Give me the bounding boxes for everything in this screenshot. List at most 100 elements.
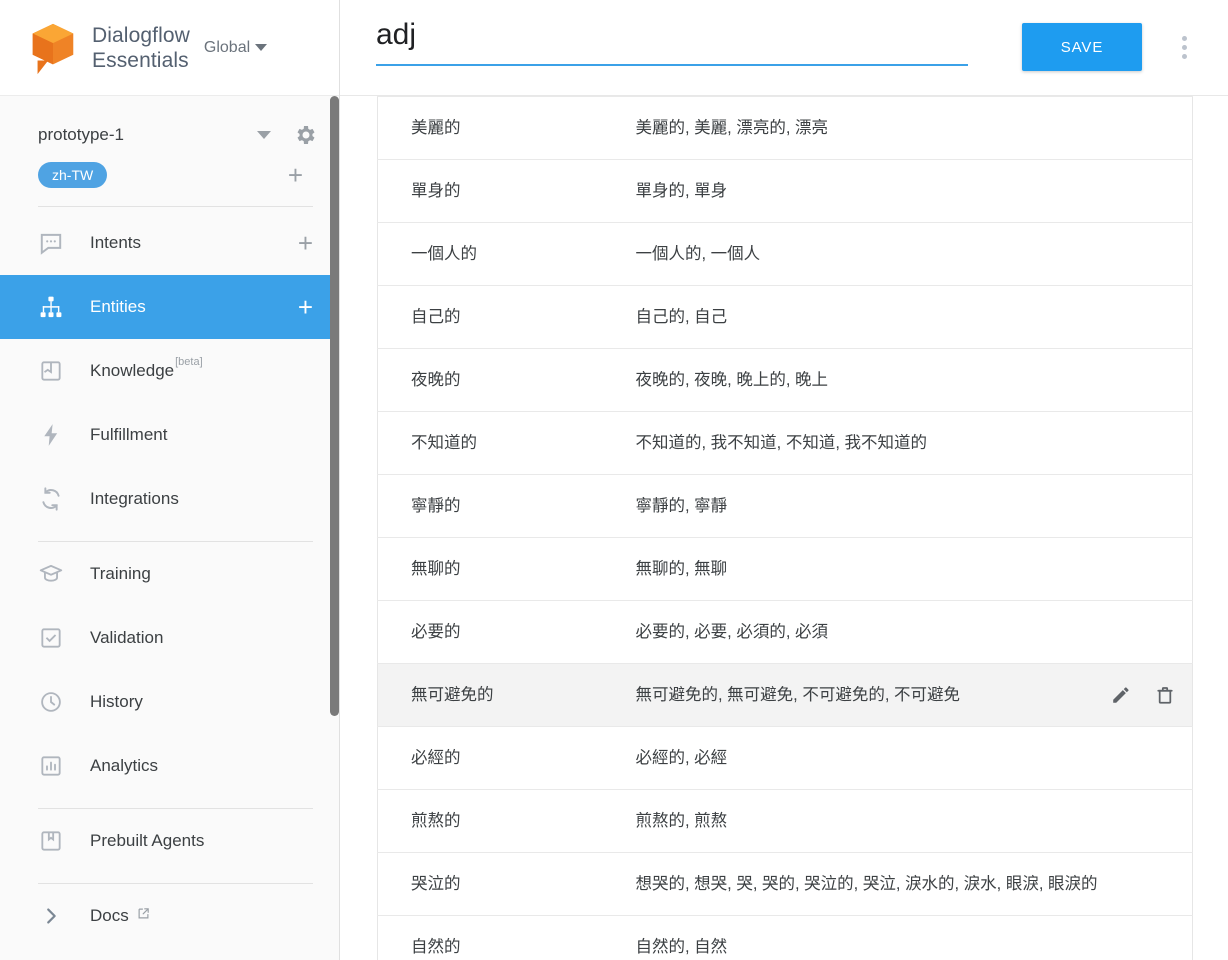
entity-synonyms-cell: 無可避免的, 無可避免, 不可避免的, 不可避免 — [623, 663, 1116, 727]
agent-selector[interactable]: prototype-1 — [0, 96, 339, 152]
entity-value-cell: 自然的 — [377, 915, 624, 960]
table-row[interactable]: 不知道的 不知道的, 我不知道, 不知道, 我不知道的 — [377, 411, 1193, 475]
pencil-icon[interactable] — [1110, 432, 1132, 454]
sidebar-item-fulfillment[interactable]: Fulfillment — [0, 403, 339, 467]
row-actions-cell — [1115, 348, 1193, 412]
row-actions — [1113, 684, 1193, 706]
entity-synonyms-cell: 必經的, 必經 — [623, 726, 1116, 790]
pencil-icon[interactable] — [1110, 873, 1132, 895]
entity-value-cell: 哭泣的 — [377, 852, 624, 916]
table-row[interactable]: 哭泣的 想哭的, 想哭, 哭, 哭的, 哭泣的, 哭泣, 淚水的, 淚水, 眼淚,… — [377, 852, 1193, 916]
sidebar-item-docs[interactable]: Docs — [0, 884, 339, 948]
sidebar-item-training[interactable]: Training — [0, 542, 339, 606]
trash-icon[interactable] — [1154, 180, 1176, 202]
language-chip[interactable]: zh-TW — [38, 162, 108, 188]
entity-name-input[interactable] — [376, 18, 968, 64]
trash-icon[interactable] — [1154, 558, 1176, 580]
add-entity-plus-icon[interactable]: + — [298, 294, 313, 320]
trash-icon[interactable] — [1154, 810, 1176, 832]
entity-values-table: 美麗的 美麗的, 美麗, 漂亮的, 漂亮 單身的 單身的, 單身 一個人的 一個人的, 一… — [377, 96, 1194, 960]
sidebar-item-label: Validation — [90, 628, 164, 647]
kebab-dot — [1181, 54, 1187, 59]
sidebar-item-label: Docs — [90, 906, 151, 926]
entity-synonyms-cell: 寧靜的, 寧靜 — [623, 474, 1116, 538]
sidebar-item-validation[interactable]: Validation — [0, 606, 339, 670]
sidebar-item-integrations[interactable]: Integrations — [0, 467, 339, 531]
table-row[interactable]: 寧靜的 寧靜的, 寧靜 — [377, 474, 1193, 538]
sidebar-item-knowledge[interactable]: Knowledge [beta] — [0, 339, 339, 403]
sidebar-item-prebuilt-agents[interactable]: Prebuilt Agents — [0, 809, 339, 873]
pencil-icon[interactable] — [1110, 936, 1132, 958]
table-row[interactable]: 無聊的 無聊的, 無聊 — [377, 537, 1193, 601]
pencil-icon[interactable] — [1110, 747, 1132, 769]
sidebar-item-history[interactable]: History — [0, 670, 339, 734]
pencil-icon[interactable] — [1110, 810, 1132, 832]
region-selector[interactable]: Global — [204, 39, 268, 57]
entity-table-body: 美麗的 美麗的, 美麗, 漂亮的, 漂亮 單身的 單身的, 單身 一個人的 一個人的, 一… — [377, 96, 1193, 960]
pencil-icon[interactable] — [1110, 495, 1132, 517]
entity-table-scroll: 美麗的 美麗的, 美麗, 漂亮的, 漂亮 單身的 單身的, 單身 一個人的 一個人的, 一… — [340, 96, 1228, 960]
refresh-sync-icon — [38, 486, 64, 512]
table-row[interactable]: 夜晚的 夜晚的, 夜晚, 晚上的, 晚上 — [377, 348, 1193, 412]
kebab-menu-icon[interactable] — [1172, 36, 1196, 59]
sidebar-item-label: Analytics — [90, 756, 159, 775]
kebab-dot — [1181, 36, 1187, 41]
sidebar-item-label: Intents — [90, 233, 142, 252]
trash-icon[interactable] — [1154, 747, 1176, 769]
entity-synonyms-cell: 夜晚的, 夜晚, 晚上的, 晚上 — [623, 348, 1116, 412]
sidebar-item-intents[interactable]: Intents + — [0, 211, 339, 275]
add-intent-plus-icon[interactable]: + — [298, 230, 313, 256]
sidebar-scroll-area: prototype-1 zh-TW + Intents + Entities +… — [0, 96, 339, 960]
trash-icon[interactable] — [1154, 432, 1176, 454]
trash-icon[interactable] — [1154, 495, 1176, 517]
table-row[interactable]: 自己的 自己的, 自己 — [377, 285, 1193, 349]
entity-synonyms-cell: 一個人的, 一個人 — [623, 222, 1116, 286]
caret-down-icon[interactable] — [257, 131, 271, 139]
entity-synonyms-cell: 美麗的, 美麗, 漂亮的, 漂亮 — [623, 96, 1116, 160]
pencil-icon[interactable] — [1110, 684, 1132, 706]
sidebar-item-label: Integrations — [90, 489, 179, 508]
row-actions-cell — [1115, 915, 1193, 960]
pencil-icon[interactable] — [1110, 306, 1132, 328]
table-row[interactable]: 一個人的 一個人的, 一個人 — [377, 222, 1193, 286]
table-row[interactable]: 必要的 必要的, 必要, 必須的, 必須 — [377, 600, 1193, 664]
pencil-icon[interactable] — [1110, 558, 1132, 580]
gear-icon[interactable] — [293, 123, 317, 147]
trash-icon[interactable] — [1154, 117, 1176, 139]
entity-synonyms-cell: 無聊的, 無聊 — [623, 537, 1116, 601]
entity-name-field-wrapper — [376, 18, 968, 66]
bolt-icon — [38, 422, 64, 448]
table-row[interactable]: 無可避免的 無可避免的, 無可避免, 不可避免的, 不可避免 — [377, 663, 1193, 727]
entity-value-cell: 必要的 — [377, 600, 624, 664]
table-row[interactable]: 必經的 必經的, 必經 — [377, 726, 1193, 790]
trash-icon[interactable] — [1154, 873, 1176, 895]
table-row[interactable]: 美麗的 美麗的, 美麗, 漂亮的, 漂亮 — [377, 96, 1193, 160]
entity-value-cell: 無可避免的 — [377, 663, 624, 727]
entity-toolbar: SAVE — [340, 0, 1228, 96]
sidebar-item-label: History — [90, 692, 143, 711]
trash-icon[interactable] — [1154, 369, 1176, 391]
pencil-icon[interactable] — [1110, 243, 1132, 265]
row-actions-cell — [1115, 159, 1193, 223]
table-row[interactable]: 單身的 單身的, 單身 — [377, 159, 1193, 223]
trash-icon[interactable] — [1154, 936, 1176, 958]
table-row[interactable]: 自然的 自然的, 自然 — [377, 915, 1193, 960]
sidebar-scrollbar-thumb[interactable] — [330, 96, 339, 716]
row-actions-cell — [1113, 663, 1193, 727]
trash-icon[interactable] — [1154, 243, 1176, 265]
pencil-icon[interactable] — [1110, 621, 1132, 643]
save-button[interactable]: SAVE — [1022, 23, 1142, 71]
pencil-icon[interactable] — [1110, 117, 1132, 139]
trash-icon[interactable] — [1154, 306, 1176, 328]
pencil-icon[interactable] — [1110, 180, 1132, 202]
pencil-icon[interactable] — [1110, 369, 1132, 391]
sidebar-item-entities[interactable]: Entities + — [0, 275, 339, 339]
trash-icon[interactable] — [1154, 684, 1176, 706]
sidebar-item-analytics[interactable]: Analytics — [0, 734, 339, 798]
add-language-plus-icon[interactable]: + — [288, 162, 313, 188]
sidebar-scrollbar[interactable] — [330, 96, 339, 960]
entity-value-cell: 一個人的 — [377, 222, 624, 286]
row-actions-cell — [1115, 222, 1193, 286]
table-row[interactable]: 煎熬的 煎熬的, 煎熬 — [377, 789, 1193, 853]
trash-icon[interactable] — [1154, 621, 1176, 643]
